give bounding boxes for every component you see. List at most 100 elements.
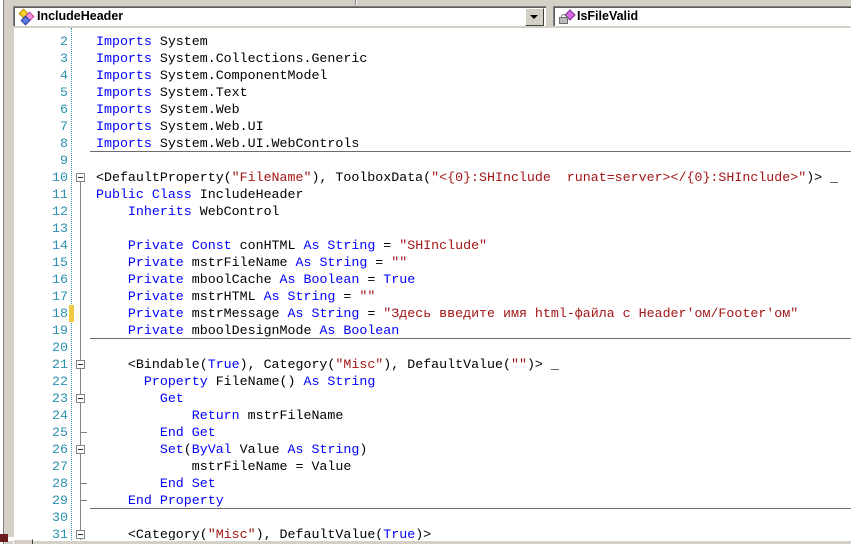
line-number[interactable]: 22 xyxy=(0,373,68,390)
line-number[interactable]: 24 xyxy=(0,407,68,424)
fold-toggle[interactable] xyxy=(76,360,85,369)
code-line[interactable]: 27 mstrFileName = Value xyxy=(0,458,851,475)
code-text[interactable]: Property FileName() As String xyxy=(96,373,375,390)
line-number[interactable]: 26 xyxy=(0,441,68,458)
code-line[interactable]: 21 <Bindable(True), Category("Misc"), De… xyxy=(0,356,851,373)
code-line[interactable]: 11 Public Class IncludeHeader xyxy=(0,186,851,203)
fold-toggle[interactable] xyxy=(76,394,85,403)
procedure-separator xyxy=(90,508,851,509)
code-text[interactable]: Public Class IncludeHeader xyxy=(96,186,303,203)
line-number[interactable]: 20 xyxy=(0,339,68,356)
code-pane[interactable]: 2 Imports System 3 Imports System.Collectio… xyxy=(0,28,851,544)
code-text[interactable]: Imports System xyxy=(96,33,208,50)
code-line[interactable]: 2 Imports System xyxy=(0,33,851,50)
code-line[interactable]: 13 xyxy=(0,220,851,237)
line-number[interactable]: 6 xyxy=(0,101,68,118)
code-line[interactable]: 9 xyxy=(0,152,851,169)
line-number[interactable]: 28 xyxy=(0,475,68,492)
code-text[interactable]: Private mboolCache As Boolean = True xyxy=(96,271,415,288)
code-line[interactable]: 3 Imports System.Collections.Generic xyxy=(0,50,851,67)
code-line[interactable]: 26 Set(ByVal Value As String) xyxy=(0,441,851,458)
line-number[interactable]: 23 xyxy=(0,390,68,407)
code-line[interactable]: 8 Imports System.Web.UI.WebControls xyxy=(0,135,851,152)
code-line[interactable]: 24 Return mstrFileName xyxy=(0,407,851,424)
line-number[interactable]: 29 xyxy=(0,492,68,509)
code-text[interactable]: Set(ByVal Value As String) xyxy=(96,441,368,458)
code-line[interactable]: 7 Imports System.Web.UI xyxy=(0,118,851,135)
code-text[interactable]: Imports System.Web xyxy=(96,101,240,118)
code-line[interactable]: 5 Imports System.Text xyxy=(0,84,851,101)
code-text[interactable]: Imports System.Web.UI.WebControls xyxy=(96,135,359,152)
code-text[interactable]: Private mboolDesignMode As Boolean xyxy=(96,322,399,339)
chevron-down-icon xyxy=(530,15,538,19)
line-number[interactable]: 27 xyxy=(0,458,68,475)
code-line[interactable]: 28 End Set xyxy=(0,475,851,492)
code-text[interactable]: Private mstrMessage As String = "Здесь в… xyxy=(96,305,798,322)
code-editor-window: IncludeHeader IsFileValid 2 Imports Syste… xyxy=(0,0,851,544)
line-number[interactable]: 7 xyxy=(0,118,68,135)
line-number[interactable]: 18 xyxy=(0,305,68,322)
code-text[interactable]: mstrFileName = Value xyxy=(96,458,352,475)
line-number[interactable]: 8 xyxy=(0,135,68,152)
line-number[interactable]: 13 xyxy=(0,220,68,237)
fold-toggle[interactable] xyxy=(76,173,85,182)
line-number[interactable]: 4 xyxy=(0,67,68,84)
code-line[interactable]: 17 Private mstrHTML As String = "" xyxy=(0,288,851,305)
code-line[interactable]: 6 Imports System.Web xyxy=(0,101,851,118)
code-line[interactable]: 15 Private mstrFileName As String = "" xyxy=(0,254,851,271)
scrollbar-splitter-button[interactable] xyxy=(13,539,33,544)
line-number[interactable]: 16 xyxy=(0,271,68,288)
code-text[interactable]: Private mstrFileName As String = "" xyxy=(96,254,407,271)
code-text[interactable]: Imports System.Collections.Generic xyxy=(96,50,367,67)
code-line[interactable]: 30 xyxy=(0,509,851,526)
code-text[interactable]: End Property xyxy=(96,492,224,509)
code-text[interactable]: Imports System.Web.UI xyxy=(96,118,264,135)
code-line[interactable]: 14 Private Const conHTML As String = "SH… xyxy=(0,237,851,254)
code-line[interactable]: 22 Property FileName() As String xyxy=(0,373,851,390)
fold-toggle[interactable] xyxy=(76,530,85,539)
line-number[interactable]: 5 xyxy=(0,84,68,101)
line-number[interactable]: 19 xyxy=(0,322,68,339)
line-number[interactable]: 14 xyxy=(0,237,68,254)
code-line[interactable]: 16 Private mboolCache As Boolean = True xyxy=(0,271,851,288)
line-number[interactable]: 10 xyxy=(0,169,68,186)
code-line[interactable]: 20 xyxy=(0,339,851,356)
types-dropdown-button[interactable] xyxy=(525,8,544,26)
code-line[interactable]: 4 Imports System.ComponentModel xyxy=(0,67,851,84)
code-text[interactable]: <Bindable(True), Category("Misc"), Defau… xyxy=(96,356,559,373)
code-text[interactable]: Imports System.Text xyxy=(96,84,248,101)
code-text[interactable]: <DefaultProperty("FileName"), ToolboxDat… xyxy=(96,169,838,186)
minus-glyph xyxy=(78,364,83,365)
code-line[interactable]: 18 Private mstrMessage As String = "Здес… xyxy=(0,305,851,322)
code-text[interactable]: Imports System.ComponentModel xyxy=(96,67,327,84)
code-line[interactable]: 19 Private mboolDesignMode As Boolean xyxy=(0,322,851,339)
fold-toggle[interactable] xyxy=(76,445,85,454)
line-number[interactable]: 9 xyxy=(0,152,68,169)
line-number[interactable]: 11 xyxy=(0,186,68,203)
minus-glyph xyxy=(78,534,83,535)
code-text[interactable]: Get xyxy=(96,390,184,407)
horizontal-scrollbar-edge[interactable] xyxy=(4,540,851,544)
line-number[interactable]: 3 xyxy=(0,50,68,67)
code-line[interactable]: 29 End Property xyxy=(0,492,851,509)
line-number[interactable]: 25 xyxy=(0,424,68,441)
code-text[interactable]: Inherits WebControl xyxy=(96,203,280,220)
code-text[interactable]: Private Const conHTML As String = "SHInc… xyxy=(96,237,487,254)
line-number[interactable]: 21 xyxy=(0,356,68,373)
code-text[interactable]: Private mstrHTML As String = "" xyxy=(96,288,375,305)
code-text[interactable]: Return mstrFileName xyxy=(96,407,344,424)
code-line[interactable]: 23 Get xyxy=(0,390,851,407)
line-number[interactable]: 2 xyxy=(0,33,68,50)
fold-end-tick xyxy=(81,500,87,501)
code-text[interactable]: End Get xyxy=(96,424,216,441)
line-number[interactable]: 30 xyxy=(0,509,68,526)
line-number[interactable]: 15 xyxy=(0,254,68,271)
members-dropdown[interactable]: IsFileValid xyxy=(553,6,851,26)
code-text[interactable]: End Set xyxy=(96,475,216,492)
code-line[interactable]: 12 Inherits WebControl xyxy=(0,203,851,220)
line-number[interactable]: 12 xyxy=(0,203,68,220)
types-dropdown[interactable]: IncludeHeader xyxy=(13,6,546,26)
line-number[interactable]: 17 xyxy=(0,288,68,305)
code-line[interactable]: 10 <DefaultProperty("FileName"), ToolboxD… xyxy=(0,169,851,186)
code-line[interactable]: 25 End Get xyxy=(0,424,851,441)
